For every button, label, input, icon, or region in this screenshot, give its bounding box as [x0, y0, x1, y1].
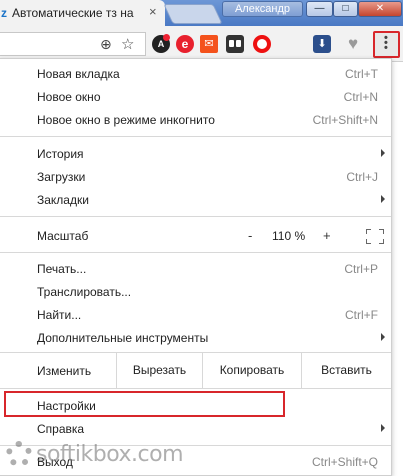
cut-button[interactable]: Вырезать [116, 353, 202, 388]
menu-item-incognito[interactable]: Новое окно в режиме инкогнито Ctrl+Shift… [0, 109, 391, 131]
shortcut-text: Ctrl+F [345, 308, 378, 322]
menu-item-downloads[interactable]: Загрузки Ctrl+J [0, 166, 391, 188]
menu-item-more-tools[interactable]: Дополнительные инструменты [0, 327, 391, 349]
zoom-icon[interactable]: ⊕ [100, 36, 112, 53]
menu-divider [0, 252, 391, 253]
submenu-arrow-icon [381, 424, 385, 432]
menu-item-label: Транслировать... [37, 285, 132, 299]
menu-item-label: Загрузки [37, 170, 86, 184]
zoom-level-value: 110 % [272, 229, 306, 243]
menu-item-label: Масштаб [37, 229, 89, 243]
window-titlebar: z Автоматические тз на × Александр — □ ✕ [0, 0, 403, 26]
menu-item-label: Найти... [37, 308, 82, 322]
menu-item-label: Новое окно в режиме инкогнито [37, 113, 215, 127]
browser-tab[interactable]: z Автоматические тз на × [0, 0, 165, 26]
menu-item-help[interactable]: Справка [0, 418, 391, 440]
zoom-in-button[interactable]: + [323, 228, 331, 243]
address-bar[interactable]: ⊕ ☆ [0, 32, 146, 56]
menu-item-find[interactable]: Найти... Ctrl+F [0, 304, 391, 326]
watermark: softikbox.com [6, 440, 206, 470]
chrome-menu-button[interactable]: • • • [373, 31, 400, 58]
heart-icon[interactable]: ♥ [344, 35, 362, 53]
shortcut-text: Ctrl+N [343, 90, 378, 104]
menu-item-label: Новая вкладка [37, 67, 120, 81]
adblock-icon[interactable]: A [152, 34, 170, 53]
new-tab-button[interactable] [163, 4, 223, 24]
tab-title: Автоматические тз на [12, 6, 134, 20]
profile-button[interactable]: Александр [222, 1, 303, 17]
tabs-icon[interactable] [226, 35, 244, 53]
zoom-out-button[interactable]: - [248, 228, 252, 243]
fullscreen-icon[interactable] [366, 229, 384, 244]
settings-highlight-frame [4, 391, 285, 417]
submenu-arrow-icon [381, 333, 385, 341]
menu-item-label: Дополнительные инструменты [37, 331, 209, 345]
maximize-button[interactable]: □ [333, 1, 358, 17]
copy-button[interactable]: Копировать [202, 353, 301, 388]
menu-item-print[interactable]: Печать... Ctrl+P [0, 258, 391, 280]
menu-divider [0, 216, 391, 217]
bookmark-star-icon[interactable]: ☆ [121, 35, 134, 53]
menu-item-bookmarks[interactable]: Закладки [0, 189, 391, 211]
menu-item-new-tab[interactable]: Новая вкладка Ctrl+T [0, 63, 391, 85]
tab-favicon-icon: z [1, 6, 7, 20]
close-window-button[interactable]: ✕ [358, 1, 402, 17]
menu-edit-row: Изменить Вырезать Копировать Вставить [0, 352, 391, 389]
shortcut-text: Ctrl+P [344, 262, 378, 276]
submenu-arrow-icon [381, 149, 385, 157]
menu-item-label: Новое окно [37, 90, 101, 104]
opera-icon[interactable] [253, 35, 271, 53]
menu-divider [0, 136, 391, 137]
watermark-text: softikbox.com [36, 442, 184, 467]
download-icon[interactable]: ⬇ [313, 35, 331, 53]
shortcut-text: Ctrl+Shift+Q [311, 455, 378, 469]
menu-item-label: Справка [37, 422, 85, 436]
paste-button[interactable]: Вставить [301, 353, 391, 388]
aliexpress-icon[interactable]: ✉ [200, 35, 218, 53]
menu-item-cast[interactable]: Транслировать... [0, 281, 391, 303]
tab-close-icon[interactable]: × [149, 4, 157, 19]
vertical-dots-icon: • • • [384, 32, 388, 54]
browser-toolbar: ⊕ ☆ A e ✉ ⬇ ♥ [0, 26, 403, 62]
shortcut-text: Ctrl+J [346, 170, 378, 184]
shortcut-text: Ctrl+Shift+N [312, 113, 378, 127]
menu-item-label: Закладки [37, 193, 89, 207]
submenu-arrow-icon [381, 195, 385, 203]
shortcut-text: Ctrl+T [345, 67, 378, 81]
menu-item-history[interactable]: История [0, 143, 391, 165]
e-extension-icon[interactable]: e [176, 35, 194, 53]
menu-item-label: История [37, 147, 84, 161]
minimize-button[interactable]: — [306, 1, 333, 17]
menu-item-label: Печать... [37, 262, 87, 276]
menu-item-zoom: Масштаб - 110 % + [0, 225, 391, 247]
gear-icon [6, 441, 32, 467]
edit-label: Изменить [37, 364, 92, 378]
menu-item-new-window[interactable]: Новое окно Ctrl+N [0, 86, 391, 108]
